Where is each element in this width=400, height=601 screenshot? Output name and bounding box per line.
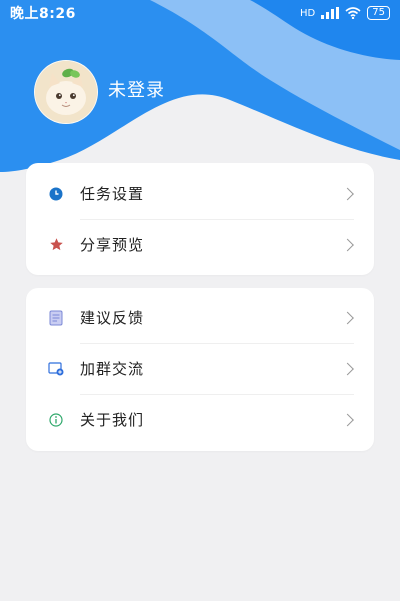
- menu-item-join-group[interactable]: 加群交流: [26, 343, 374, 394]
- clock-icon: [48, 186, 64, 202]
- menu-item-label: 分享预览: [80, 236, 145, 254]
- menu-card-settings: 任务设置 分享预览: [26, 163, 374, 275]
- signal-icon: [321, 7, 340, 19]
- battery-indicator: 75: [367, 6, 390, 20]
- menu-item-share-preview[interactable]: 分享预览: [26, 219, 374, 270]
- menu-card-about: 建议反馈 加群交流 关于我们: [26, 288, 374, 451]
- menu-item-about-us[interactable]: 关于我们: [26, 394, 374, 445]
- info-icon: [48, 412, 64, 428]
- menu-item-label: 关于我们: [80, 411, 145, 429]
- add-group-icon: [48, 361, 64, 377]
- login-status-label[interactable]: 未登录: [108, 76, 165, 102]
- chevron-right-icon: [341, 238, 354, 251]
- avatar[interactable]: [34, 60, 98, 124]
- star-icon: [48, 237, 64, 253]
- feedback-icon: [48, 310, 64, 326]
- menu-item-label: 建议反馈: [80, 309, 145, 327]
- menu-item-label: 任务设置: [80, 185, 145, 203]
- wifi-icon: [345, 7, 361, 19]
- status-indicators: HD 75: [300, 6, 390, 20]
- menu-item-task-settings[interactable]: 任务设置: [26, 168, 374, 219]
- menu-item-feedback[interactable]: 建议反馈: [26, 292, 374, 343]
- chevron-right-icon: [341, 362, 354, 375]
- status-time: 晚上8:26: [10, 6, 76, 22]
- chevron-right-icon: [341, 311, 354, 324]
- signal-hd-label: HD: [300, 7, 316, 19]
- cat-avatar-icon: [35, 61, 97, 123]
- chevron-right-icon: [341, 413, 354, 426]
- menu-item-label: 加群交流: [80, 360, 145, 378]
- status-bar: 晚上8:26 HD 75: [0, 0, 400, 26]
- chevron-right-icon: [341, 187, 354, 200]
